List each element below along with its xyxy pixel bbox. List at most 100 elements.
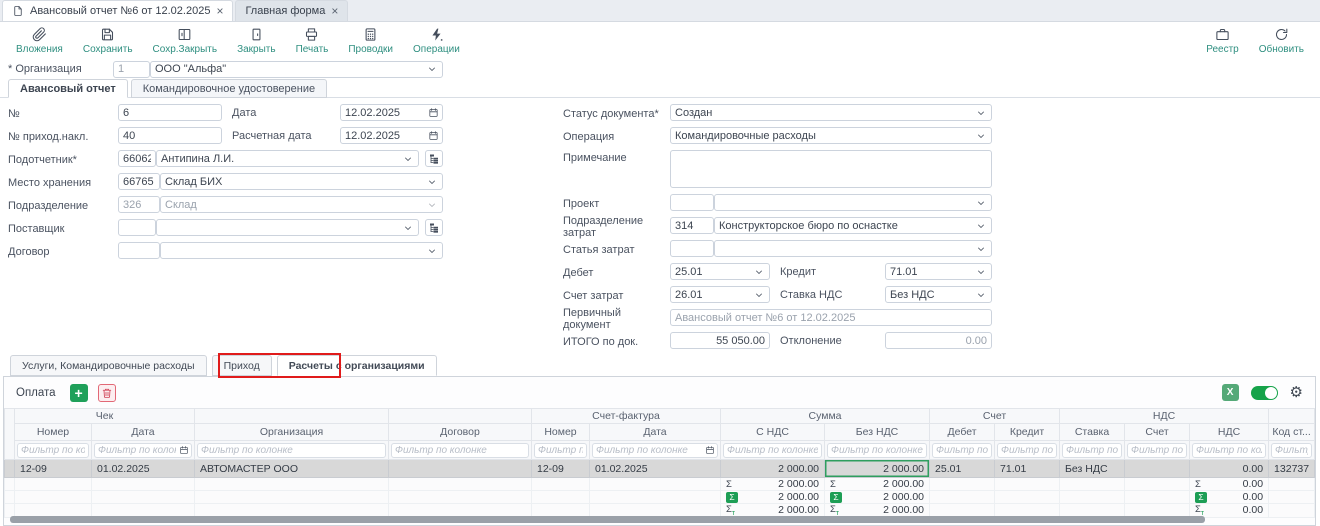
cell-contract[interactable] <box>389 460 532 478</box>
calendar-icon[interactable] <box>428 130 439 141</box>
col-header-amount_with_vat[interactable]: С НДС <box>721 424 825 441</box>
cell-debit[interactable]: 25.01 <box>930 460 995 478</box>
summary-toggle[interactable] <box>1251 386 1278 400</box>
calendar-icon[interactable] <box>428 107 439 118</box>
col-header-contract[interactable]: Договор <box>389 424 532 441</box>
row-selector-cell[interactable] <box>5 460 15 478</box>
document-status-select[interactable]: Создан <box>670 104 992 121</box>
contract-code-field[interactable] <box>118 242 160 259</box>
filter-input-amount_with_vat[interactable] <box>723 443 822 458</box>
supplier-select[interactable] <box>156 219 419 236</box>
filter-input-check_number[interactable] <box>17 443 89 458</box>
delete-row-button[interactable] <box>98 384 116 402</box>
date-field[interactable] <box>340 104 443 121</box>
filter-input-amount_without_vat[interactable] <box>827 443 927 458</box>
cost-account-select[interactable]: 26.01 <box>670 286 770 303</box>
col-header-invoice_date[interactable]: Дата <box>590 424 721 441</box>
calendar-icon[interactable] <box>179 445 189 455</box>
cost-item-code-field[interactable] <box>670 240 714 257</box>
cost-department-code-field[interactable] <box>670 217 714 234</box>
save-button[interactable]: Сохранить <box>73 25 143 57</box>
col-header-check_number[interactable]: Номер <box>15 424 92 441</box>
window-tab-glavnaya-forma[interactable]: Главная форма × <box>235 0 348 21</box>
col-header-vat_account[interactable]: Счет <box>1125 424 1190 441</box>
total-amount-field[interactable] <box>670 332 770 349</box>
col-header-credit[interactable]: Кредит <box>995 424 1060 441</box>
project-select[interactable] <box>714 194 992 211</box>
debit-select[interactable]: 25.01 <box>670 263 770 280</box>
hierarchy-picker-button[interactable] <box>425 219 443 236</box>
organization-select[interactable]: ООО "Альфа" <box>150 61 443 78</box>
cell-credit[interactable]: 71.01 <box>995 460 1060 478</box>
cell-vat[interactable]: 0.00 <box>1190 460 1269 478</box>
cell-vat_rate[interactable]: Без НДС <box>1060 460 1125 478</box>
registry-button[interactable]: Реестр <box>1196 25 1249 57</box>
filter-input-debit[interactable] <box>932 443 992 458</box>
col-header-vat_rate[interactable]: Ставка <box>1060 424 1125 441</box>
filter-input-vat_account[interactable] <box>1127 443 1187 458</box>
attachments-button[interactable]: Вложения <box>6 25 73 57</box>
postings-button[interactable]: Проводки <box>338 25 403 57</box>
hierarchy-picker-button[interactable] <box>425 150 443 167</box>
tab-prihod[interactable]: Приход <box>212 355 272 376</box>
refresh-button[interactable]: Обновить <box>1249 25 1314 57</box>
cell-invoice_number[interactable]: 12-09 <box>532 460 590 478</box>
add-row-button[interactable]: + <box>70 384 88 402</box>
project-code-field[interactable] <box>670 194 714 211</box>
supplier-code-field[interactable] <box>118 219 156 236</box>
gear-icon[interactable]: ⚙ <box>1290 385 1303 400</box>
tab-komandirovochnoe[interactable]: Командировочное удостоверение <box>131 79 327 98</box>
filter-input-credit[interactable] <box>997 443 1057 458</box>
scrollbar-thumb[interactable] <box>10 516 1205 523</box>
department-select[interactable]: Склад <box>160 196 443 213</box>
primary-document-field[interactable] <box>670 309 992 326</box>
cell-check_date[interactable]: 01.02.2025 <box>92 460 195 478</box>
close-tab-icon[interactable]: × <box>331 5 338 17</box>
calendar-icon[interactable] <box>705 445 715 455</box>
incoming-invoice-field[interactable] <box>118 127 222 144</box>
organization-code-field[interactable] <box>113 61 150 78</box>
settlement-date-field[interactable] <box>340 127 443 144</box>
window-tab-avansovy-otchet[interactable]: Авансовый отчет №6 от 12.02.2025 × <box>2 0 233 21</box>
tab-avansovy-otchet[interactable]: Авансовый отчет <box>8 79 128 98</box>
col-header-invoice_number[interactable]: Номер <box>532 424 590 441</box>
accountable-person-select[interactable]: Антипина Л.И. <box>156 150 419 167</box>
close-button[interactable]: Закрыть <box>227 25 286 57</box>
cell-cost_code[interactable]: 132737 <box>1269 460 1315 478</box>
deviation-field[interactable] <box>885 332 992 349</box>
filter-input-organization[interactable] <box>197 443 386 458</box>
cost-item-select[interactable] <box>714 240 992 257</box>
tab-raschety-s-organizaciyami[interactable]: Расчеты с организациями <box>277 355 437 376</box>
filter-input-invoice_number[interactable] <box>534 443 587 458</box>
save-close-button[interactable]: Сохр.Закрыть <box>143 25 228 57</box>
filter-input-contract[interactable] <box>391 443 529 458</box>
cell-check_number[interactable]: 12-09 <box>15 460 92 478</box>
cell-invoice_date[interactable]: 01.02.2025 <box>590 460 721 478</box>
col-header-organization[interactable]: Организация <box>195 424 389 441</box>
col-header-debit[interactable]: Дебет <box>930 424 995 441</box>
storage-code-field[interactable] <box>118 173 160 190</box>
table-row[interactable]: 12-0901.02.2025АВТОМАСТЕР ООО12-0901.02.… <box>5 460 1315 478</box>
filter-input-invoice_date[interactable] <box>592 443 718 458</box>
horizontal-scrollbar[interactable] <box>10 516 1255 523</box>
close-tab-icon[interactable]: × <box>216 5 223 17</box>
cost-department-select[interactable]: Конструкторское бюро по оснастке <box>714 217 992 234</box>
print-button[interactable]: Печать <box>286 25 339 57</box>
cell-amount_with_vat[interactable]: 2 000.00 <box>721 460 825 478</box>
vat-rate-select[interactable]: Без НДС <box>885 286 992 303</box>
cell-organization[interactable]: АВТОМАСТЕР ООО <box>195 460 389 478</box>
col-header-cost_code[interactable]: Код ст... <box>1269 424 1315 441</box>
cell-vat_account[interactable] <box>1125 460 1190 478</box>
filter-input-cost_code[interactable] <box>1271 443 1312 458</box>
cell-amount_without_vat[interactable]: 2 000.00 <box>825 460 930 478</box>
col-header-check_date[interactable]: Дата <box>92 424 195 441</box>
contract-select[interactable] <box>160 242 443 259</box>
filter-input-vat[interactable] <box>1192 443 1266 458</box>
col-header-vat[interactable]: НДС <box>1190 424 1269 441</box>
number-field[interactable] <box>118 104 222 121</box>
filter-input-vat_rate[interactable] <box>1062 443 1122 458</box>
storage-place-select[interactable]: Склад БИХ <box>160 173 443 190</box>
operation-select[interactable]: Командировочные расходы <box>670 127 992 144</box>
tab-uslugi-rashody[interactable]: Услуги, Командировочные расходы <box>10 355 207 376</box>
accountable-code-field[interactable] <box>118 150 156 167</box>
